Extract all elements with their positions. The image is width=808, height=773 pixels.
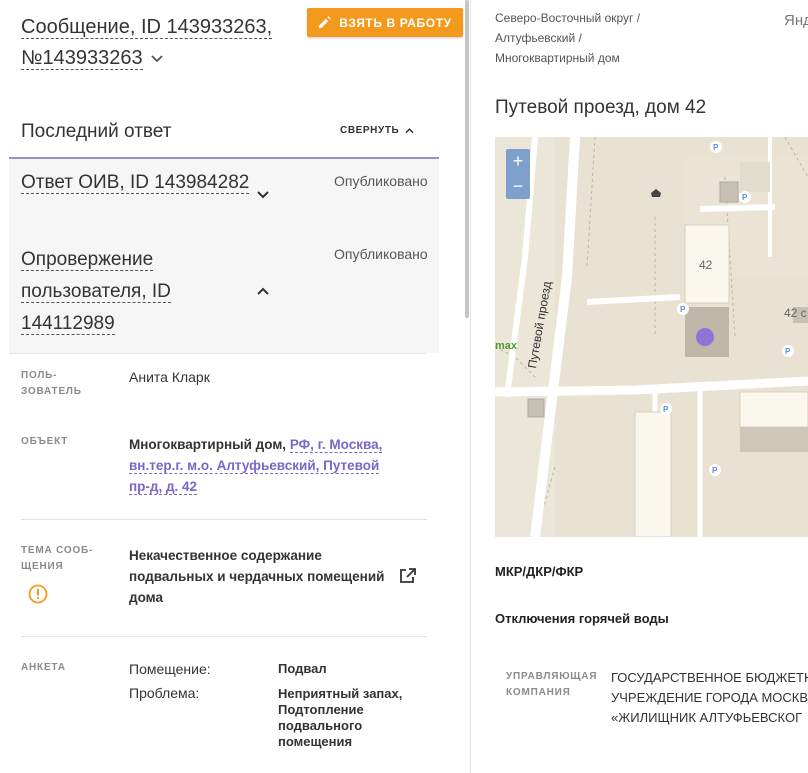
org-value-line: УЧРЕЖДЕНИЕ ГОРОДА МОСКВ [611, 690, 808, 705]
collapse-button[interactable]: СВЕРНУТЬ [340, 125, 414, 136]
yandex-logo: Янд [784, 12, 808, 29]
answer-item-status: Опубликовано [334, 173, 428, 189]
message-title[interactable]: Сообщение, ID 143933263, №143933263 [21, 12, 291, 74]
zoom-in-button[interactable]: + [506, 149, 530, 173]
answer-item-title-text[interactable]: Ответ ОИВ, ID 143984282 [21, 172, 250, 194]
form-key-problem: Проблема: [129, 685, 200, 701]
object-value: Многоквартирный дом, РФ, г. Москва, вн.т… [129, 434, 384, 497]
poi-label: max [495, 340, 518, 352]
object-label: ОБЪЕКТ [21, 436, 69, 447]
chevron-down-icon[interactable] [256, 190, 270, 200]
org-value: ГОСУДАРСТВЕННОЕ БЮДЖЕТН УЧРЕЖДЕНИЕ ГОРОД… [611, 668, 808, 728]
warning-icon [28, 584, 48, 604]
topic-label: ТЕМА СООБ- ЩЕНИЯ [21, 545, 94, 572]
message-panel: Сообщение, ID 143933263, №143933263 ВЗЯТ… [0, 0, 470, 773]
last-answer-heading: Последний ответ [21, 121, 172, 142]
breadcrumb-district[interactable]: Северо-Восточный округ / [495, 11, 640, 25]
breadcrumb-type: Многоквартирный дом [495, 51, 620, 65]
org-value-line: ГОСУДАРСТВЕННОЕ БЮДЖЕТН [611, 670, 808, 685]
svg-text:P: P [712, 466, 718, 475]
message-title-text[interactable]: Сообщение, ID 143933263, №143933263 [21, 16, 273, 70]
svg-text:P: P [663, 405, 669, 414]
zoom-out-button[interactable]: − [506, 174, 530, 198]
take-to-work-button[interactable]: ВЗЯТЬ В РАБОТУ [307, 8, 463, 37]
take-to-work-label: ВЗЯТЬ В РАБОТУ [339, 15, 452, 30]
chevron-up-icon [405, 127, 414, 133]
house-number-label: 42 [699, 258, 713, 272]
breadcrumb-area[interactable]: Алтуфьевский / [495, 31, 582, 45]
refutation-item-title[interactable]: Опровержение пользователя, ID 144112989 [21, 244, 246, 340]
svg-text:P: P [785, 347, 791, 356]
user-value: Анита Кларк [129, 369, 210, 385]
form-value-problem: Неприятный запах, Подтопление подвальног… [278, 686, 403, 749]
refutation-item-status: Опубликовано [334, 246, 428, 262]
object-type: Многоквартирный дом, [129, 437, 290, 452]
house-number-label-2: 42 с [784, 306, 807, 320]
object-address: Путевой проезд, дом 42 [495, 97, 707, 118]
chevron-down-icon[interactable] [150, 55, 163, 63]
form-label: АНКЕТА [21, 662, 66, 673]
app-root: Сообщение, ID 143933263, №143933263 ВЗЯТ… [0, 0, 808, 773]
map[interactable]: P P P P P P + − 42 42 с max Путевой прое… [495, 137, 808, 537]
divider [21, 636, 427, 637]
section-hot-water[interactable]: Отключения горячей воды [495, 611, 669, 626]
external-link-icon[interactable] [398, 566, 418, 586]
svg-text:P: P [713, 143, 719, 152]
section-mkr[interactable]: МКР/ДКР/ФКР [495, 564, 583, 579]
user-label: ПОЛЬ- ЗОВАТЕЛЬ [21, 370, 82, 397]
org-value-line: «ЖИЛИЩНИК АЛТУФЬЕВСКОГ [611, 710, 803, 725]
topic-value: Некачественное содержание подвальных и ч… [129, 548, 385, 605]
object-panel: Северо-Восточный округ / Алтуфьевский / … [471, 0, 808, 773]
collapse-label: СВЕРНУТЬ [340, 125, 400, 136]
pencil-icon [319, 16, 332, 29]
scrollbar[interactable] [465, 0, 469, 318]
chevron-up-icon[interactable] [256, 286, 270, 296]
divider [21, 519, 427, 520]
answer-item-title[interactable]: Ответ ОИВ, ID 143984282 [21, 167, 251, 199]
svg-text:P: P [680, 305, 686, 314]
form-key-room: Помещение: [129, 661, 211, 677]
org-label: УПРАВЛЯЮЩАЯ КОМПАНИЯ [506, 671, 598, 698]
form-value-room: Подвал [278, 661, 327, 676]
divider [9, 353, 427, 354]
refutation-item-title-text[interactable]: Опровержение пользователя, ID 144112989 [21, 249, 171, 335]
svg-text:P: P [742, 193, 748, 202]
